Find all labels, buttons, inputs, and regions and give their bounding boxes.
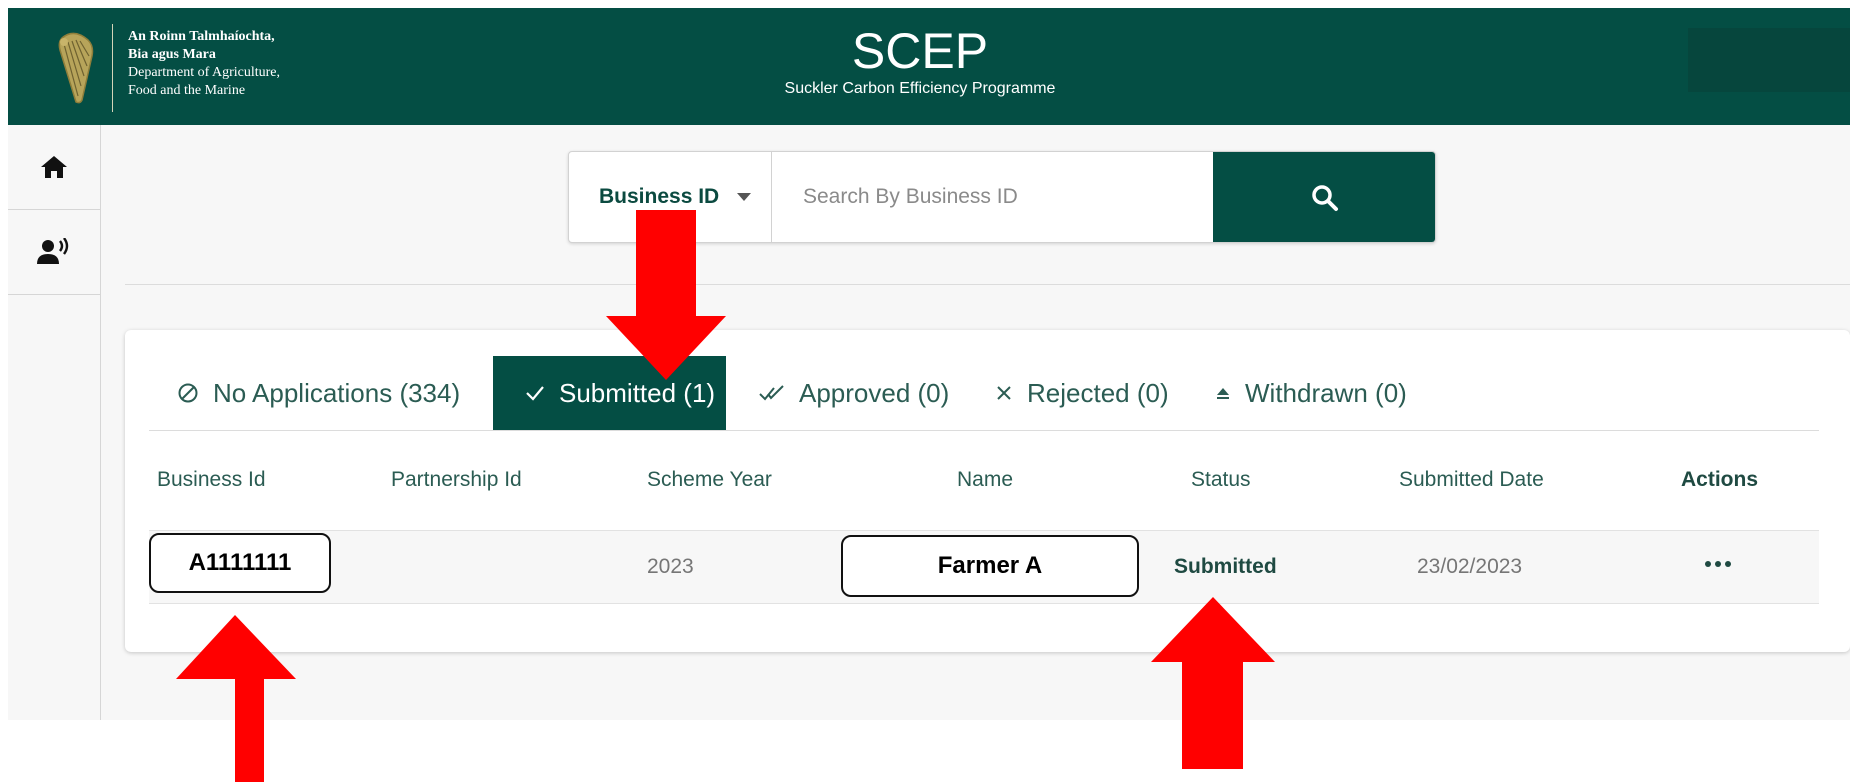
column-header-business-id[interactable]: Business Id (157, 468, 266, 492)
status-tabs: No Applications (334) Submitted (1) Appr… (149, 356, 1819, 431)
tab-label: Withdrawn (0) (1245, 377, 1407, 408)
column-header-submitted-date[interactable]: Submitted Date (1399, 468, 1544, 492)
sidebar-item-home[interactable] (8, 125, 100, 210)
home-icon (41, 156, 67, 178)
dept-line-3: Department of Agriculture, (128, 65, 281, 80)
app-subtitle: Suckler Carbon Efficiency Programme (784, 80, 1056, 97)
tab-label: Approved (0) (799, 377, 950, 408)
business-id-cell[interactable]: A1111111 (149, 533, 331, 593)
app-title: SCEP (851, 23, 989, 79)
table-row[interactable]: A1111111 2023 Farmer A Submitted 23/02/2… (149, 530, 1819, 604)
department-name: An Roinn Talmhaíochta, Bia agus Mara Dep… (128, 28, 280, 100)
top-header: An Roinn Talmhaíochta, Bia agus Mara Dep… (8, 8, 1850, 125)
status-cell: Submitted (1174, 555, 1277, 578)
header-user-area[interactable] (1688, 28, 1850, 92)
search-button[interactable] (1213, 152, 1435, 242)
column-header-actions: Actions (1681, 468, 1759, 491)
name-cell: Farmer A (841, 535, 1139, 597)
dept-line-4: Food and the Marine (128, 83, 246, 98)
tab-rejected[interactable]: Rejected (0) (995, 356, 1169, 430)
search-type-dropdown[interactable]: Business ID (569, 152, 772, 242)
table-header: Business Id Partnership Id Scheme Year N… (149, 468, 1819, 512)
sidebar (8, 125, 101, 720)
column-header-status[interactable]: Status (1191, 468, 1251, 492)
column-header-name[interactable]: Name (957, 468, 1013, 492)
eject-icon (1215, 385, 1231, 401)
harp-logo-icon (58, 32, 94, 104)
x-icon (995, 384, 1013, 402)
column-header-scheme-year[interactable]: Scheme Year (647, 468, 772, 492)
applications-panel: No Applications (334) Submitted (1) Appr… (125, 330, 1850, 652)
search-type-label: Business ID (599, 185, 720, 208)
user-speaking-icon (37, 238, 69, 264)
tab-label: No Applications (334) (213, 377, 461, 408)
more-options-icon[interactable] (1705, 561, 1731, 567)
tab-no-applications[interactable]: No Applications (334) (177, 356, 460, 430)
scheme-year-cell: 2023 (647, 555, 694, 578)
tab-submitted[interactable]: Submitted (1) (493, 356, 726, 430)
sidebar-item-voice[interactable] (8, 210, 100, 295)
chevron-down-icon (737, 193, 752, 201)
double-check-icon (759, 384, 785, 402)
search-bar: Business ID (568, 151, 1436, 243)
dept-line-2: Bia agus Mara (128, 47, 216, 62)
search-input[interactable] (773, 152, 1213, 242)
no-entry-icon (177, 382, 199, 404)
search-icon (1312, 185, 1338, 211)
check-icon (525, 384, 545, 402)
divider (125, 284, 1850, 285)
submitted-date-cell: 23/02/2023 (1417, 555, 1523, 578)
tab-label: Rejected (0) (1027, 377, 1169, 408)
app-brand: SCEP Suckler Carbon Efficiency Programme (570, 22, 1270, 98)
app-window: An Roinn Talmhaíochta, Bia agus Mara Dep… (8, 8, 1850, 720)
dept-line-1: An Roinn Talmhaíochta, (128, 29, 275, 44)
tab-withdrawn[interactable]: Withdrawn (0) (1215, 356, 1407, 430)
tab-approved[interactable]: Approved (0) (759, 356, 949, 430)
tab-label: Submitted (1) (559, 377, 716, 408)
column-header-partnership-id[interactable]: Partnership Id (391, 468, 522, 492)
logo-divider (112, 24, 113, 112)
